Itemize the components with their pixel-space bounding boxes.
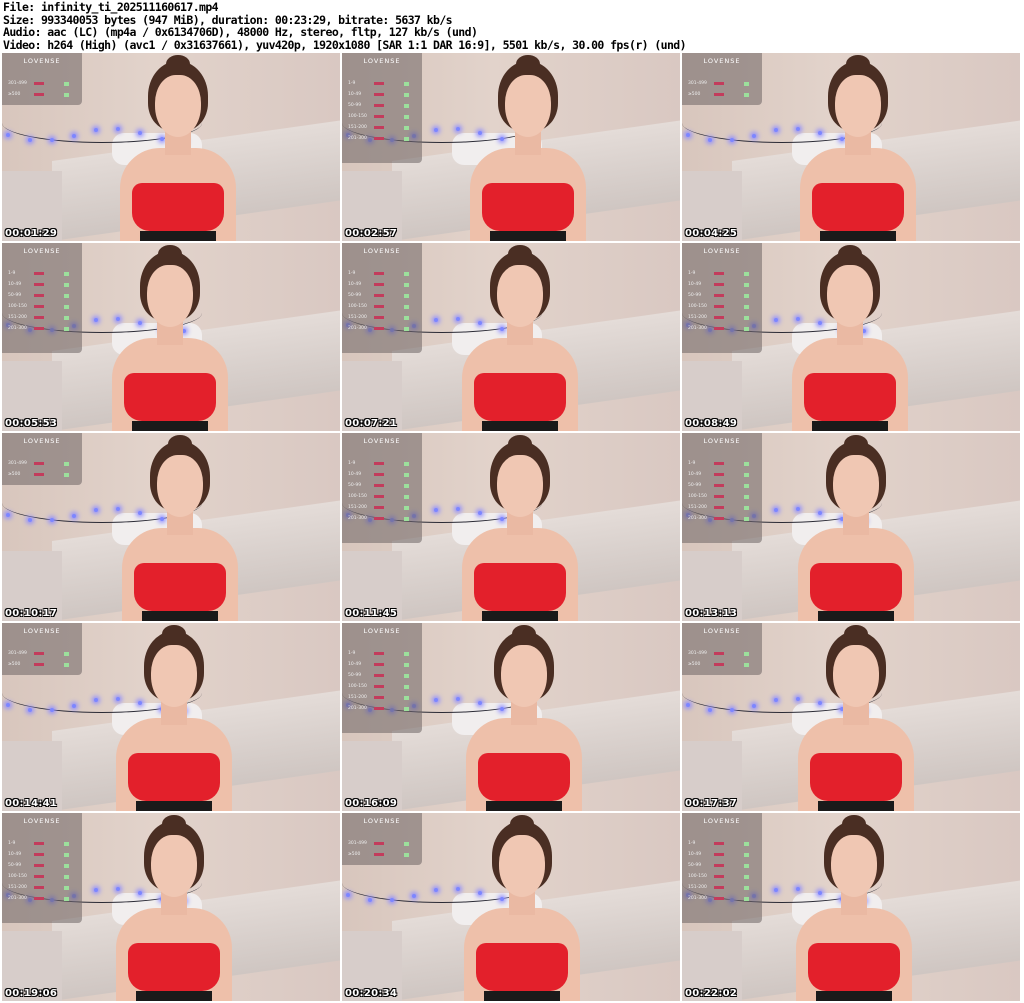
lovense-logo: LOVENSE	[363, 817, 401, 825]
person	[112, 433, 242, 621]
lovense-overlay: LOVENSE 1-9 10-49 50-99 100-150 151-200 201-30…	[682, 813, 762, 923]
person	[460, 53, 590, 241]
person	[788, 433, 918, 621]
timestamp: 00:17:37	[685, 798, 738, 809]
timestamp: 00:01:29	[5, 228, 58, 239]
lovense-overlay: LOVENSE 301-499 ≥500	[342, 813, 422, 865]
lovense-overlay: LOVENSE 1-9 10-49 50-99 100-150 151-200 201-30…	[682, 243, 762, 353]
person	[786, 813, 916, 1001]
timestamp: 00:13:13	[685, 608, 738, 619]
thumbnail-grid: LOVENSE 301-499 ≥500 00:01:29 LOVENSE 1-9 10…	[2, 53, 1022, 1001]
lovense-logo: LOVENSE	[23, 627, 61, 635]
timestamp: 00:19:06	[5, 988, 58, 999]
lovense-logo: LOVENSE	[363, 437, 401, 445]
person	[106, 813, 236, 1001]
lovense-overlay: LOVENSE 1-9 10-49 50-99 100-150 151-200 201-30…	[2, 813, 82, 923]
lovense-overlay: LOVENSE 301-499 ≥500	[2, 623, 82, 675]
file-name-line: File: infinity_ti_202511160617.mp4	[3, 0, 219, 14]
person	[452, 243, 582, 431]
person	[782, 243, 912, 431]
timestamp: 00:14:41	[5, 798, 58, 809]
lovense-logo: LOVENSE	[703, 57, 741, 65]
person	[106, 623, 236, 811]
video-thumbnail[interactable]: LOVENSE 301-499 ≥500 00:04:25	[682, 53, 1020, 241]
lovense-logo: LOVENSE	[23, 57, 61, 65]
video-thumbnail[interactable]: LOVENSE 1-9 10-49 50-99 100-150 151-200 201-30…	[682, 813, 1020, 1001]
lovense-logo: LOVENSE	[703, 437, 741, 445]
person	[102, 243, 232, 431]
video-thumbnail[interactable]: LOVENSE 1-9 10-49 50-99 100-150 151-200 201-30…	[342, 433, 680, 621]
person	[454, 813, 584, 1001]
timestamp: 00:05:53	[5, 418, 58, 429]
lovense-overlay: LOVENSE 301-499 ≥500	[682, 53, 762, 105]
timestamp: 00:16:09	[345, 798, 398, 809]
timestamp: 00:02:57	[345, 228, 398, 239]
video-thumbnail[interactable]: LOVENSE 301-499 ≥500 00:01:29	[2, 53, 340, 241]
timestamp: 00:20:34	[345, 988, 398, 999]
lovense-overlay: LOVENSE 301-499 ≥500	[2, 53, 82, 105]
lovense-logo: LOVENSE	[703, 247, 741, 255]
video-thumbnail[interactable]: LOVENSE 301-499 ≥500 00:20:34	[342, 813, 680, 1001]
video-thumbnail[interactable]: LOVENSE 301-499 ≥500 00:17:37	[682, 623, 1020, 811]
video-thumbnail[interactable]: LOVENSE 1-9 10-49 50-99 100-150 151-200 201-30…	[342, 243, 680, 431]
lovense-logo: LOVENSE	[23, 247, 61, 255]
person	[452, 433, 582, 621]
lovense-overlay: LOVENSE 301-499 ≥500	[682, 623, 762, 675]
lovense-overlay: LOVENSE 1-9 10-49 50-99 100-150 151-200 201-30…	[342, 53, 422, 163]
lovense-overlay: LOVENSE 1-9 10-49 50-99 100-150 151-200 201-30…	[2, 243, 82, 353]
timestamp: 00:08:49	[685, 418, 738, 429]
lovense-logo: LOVENSE	[23, 817, 61, 825]
file-info-header: File: infinity_ti_202511160617.mp4 Size:…	[3, 0, 687, 52]
video-thumbnail[interactable]: LOVENSE 1-9 10-49 50-99 100-150 151-200 201-30…	[682, 243, 1020, 431]
video-thumbnail[interactable]: LOVENSE 1-9 10-49 50-99 100-150 151-200 201-30…	[2, 243, 340, 431]
lovense-logo: LOVENSE	[363, 57, 401, 65]
person	[110, 53, 240, 241]
timestamp: 00:04:25	[685, 228, 738, 239]
video-thumbnail[interactable]: LOVENSE 1-9 10-49 50-99 100-150 151-200 201-30…	[342, 53, 680, 241]
person	[788, 623, 918, 811]
lovense-logo: LOVENSE	[363, 247, 401, 255]
timestamp: 00:07:21	[345, 418, 398, 429]
video-thumbnail[interactable]: LOVENSE 1-9 10-49 50-99 100-150 151-200 201-30…	[2, 813, 340, 1001]
lovense-overlay: LOVENSE 301-499 ≥500	[2, 433, 82, 485]
lovense-logo: LOVENSE	[703, 627, 741, 635]
lovense-logo: LOVENSE	[703, 817, 741, 825]
timestamp: 00:11:45	[345, 608, 398, 619]
video-thumbnail[interactable]: LOVENSE 1-9 10-49 50-99 100-150 151-200 201-30…	[682, 433, 1020, 621]
video-thumbnail[interactable]: LOVENSE 1-9 10-49 50-99 100-150 151-200 201-30…	[342, 623, 680, 811]
lovense-overlay: LOVENSE 1-9 10-49 50-99 100-150 151-200 201-30…	[342, 243, 422, 353]
lovense-overlay: LOVENSE 1-9 10-49 50-99 100-150 151-200 201-30…	[342, 623, 422, 733]
lovense-logo: LOVENSE	[363, 627, 401, 635]
timestamp: 00:10:17	[5, 608, 58, 619]
video-thumbnail[interactable]: LOVENSE 301-499 ≥500 00:10:17	[2, 433, 340, 621]
person	[790, 53, 920, 241]
lovense-logo: LOVENSE	[23, 437, 61, 445]
lovense-overlay: LOVENSE 1-9 10-49 50-99 100-150 151-200 201-30…	[682, 433, 762, 543]
person	[456, 623, 586, 811]
lovense-overlay: LOVENSE 1-9 10-49 50-99 100-150 151-200 201-30…	[342, 433, 422, 543]
audio-line: Audio: aac (LC) (mp4a / 0x6134706D), 480…	[3, 25, 478, 40]
timestamp: 00:22:02	[685, 988, 738, 999]
video-thumbnail[interactable]: LOVENSE 301-499 ≥500 00:14:41	[2, 623, 340, 811]
video-line: Video: h264 (High) (avc1 / 0x31637661), …	[3, 37, 687, 52]
